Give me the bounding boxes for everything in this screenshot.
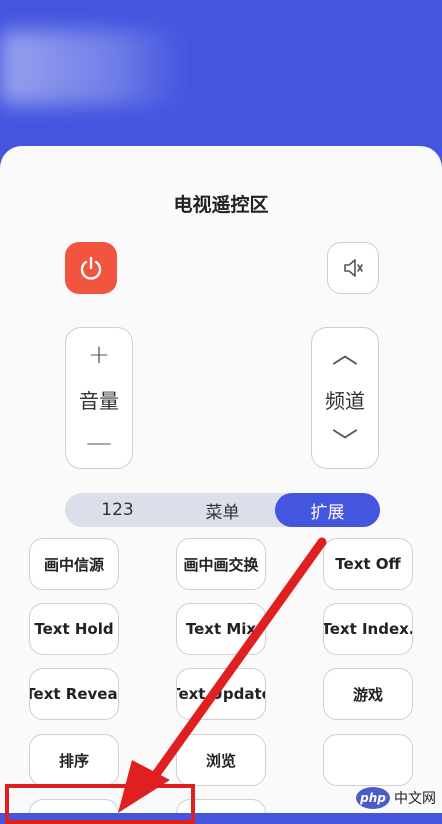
pip-swap-button[interactable]: 画中画交换 bbox=[176, 538, 266, 590]
volume-rocker: + 音量 — bbox=[65, 327, 133, 469]
text-update-button[interactable]: Text Update bbox=[176, 668, 266, 720]
pip-source-button[interactable]: 画中信源 bbox=[29, 538, 119, 590]
panel-title: 电视遥控区 bbox=[173, 194, 269, 216]
volume-label: 音量 bbox=[79, 388, 119, 413]
game-button[interactable]: 游戏 bbox=[323, 668, 413, 720]
blurred-header-content bbox=[0, 30, 185, 105]
channel-down-button[interactable]: ﹀ bbox=[332, 430, 358, 456]
php-logo: php bbox=[356, 787, 390, 809]
top-header bbox=[0, 0, 442, 160]
speaker-icon bbox=[344, 259, 363, 277]
power-button[interactable] bbox=[65, 242, 117, 294]
text-index-button[interactable]: Text Index. bbox=[323, 603, 413, 655]
text-reveal-button[interactable]: Text Reveal bbox=[29, 668, 119, 720]
power-icon bbox=[80, 256, 102, 280]
tab-extend[interactable]: 扩展 bbox=[275, 493, 380, 527]
browse-button[interactable]: 浏览 bbox=[176, 734, 266, 786]
annotation-highlight-box bbox=[5, 784, 195, 824]
watermark: php 中文网 bbox=[356, 787, 436, 809]
remote-panel: 电视遥控区 + 音量 — ︿ 频道 ﹀ 123 菜单 扩展 画中信源 画中画交换… bbox=[0, 146, 442, 813]
watermark-text: 中文网 bbox=[394, 791, 436, 807]
extra-button[interactable] bbox=[323, 734, 413, 786]
text-off-button[interactable]: Text Off bbox=[323, 538, 413, 590]
mode-tabs: 123 菜单 扩展 bbox=[65, 493, 380, 527]
volume-up-button[interactable]: + bbox=[88, 342, 110, 368]
text-mix-button[interactable]: Text Mix bbox=[176, 603, 266, 655]
channel-up-button[interactable]: ︿ bbox=[332, 342, 358, 368]
tab-menu[interactable]: 菜单 bbox=[170, 493, 275, 527]
sort-button[interactable]: 排序 bbox=[29, 734, 119, 786]
channel-label: 频道 bbox=[325, 388, 365, 413]
mute-button[interactable] bbox=[327, 242, 379, 294]
channel-rocker: ︿ 频道 ﹀ bbox=[311, 327, 379, 469]
tab-123[interactable]: 123 bbox=[65, 493, 170, 527]
text-hold-button[interactable]: Text Hold bbox=[29, 603, 119, 655]
volume-down-button[interactable]: — bbox=[86, 430, 112, 456]
